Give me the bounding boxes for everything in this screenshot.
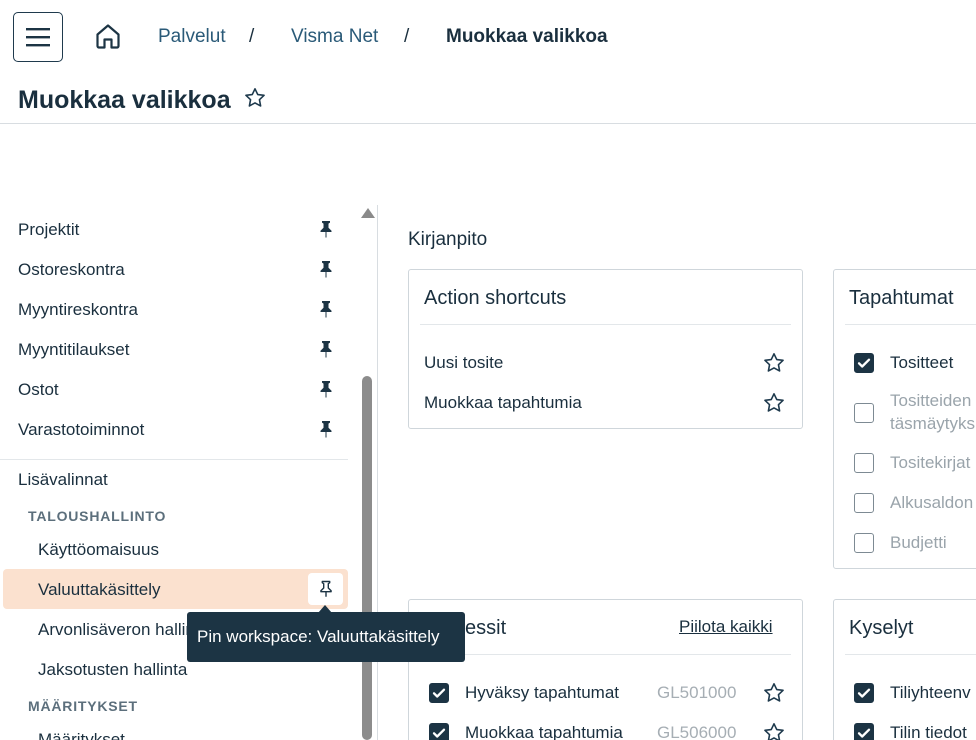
pin-outline-icon [316,579,336,599]
tapahtumat-item-line2: täsmäytyks [890,414,976,433]
process-item: Hyväksy tapahtumat [465,683,620,702]
process-code: GL501000 [657,683,737,702]
inquiry-item: Tiliyhteenv [890,683,971,702]
inquiry-item: Tilin tiedot [890,723,967,740]
sidebar-group-title: Lisävalinnat [18,470,108,489]
card-divider [845,654,976,655]
tapahtumat-item: Tositteiden [890,391,972,410]
star-icon[interactable] [762,721,786,740]
menu-button[interactable] [13,12,63,62]
sidebar-item-ostot[interactable]: Ostot [18,380,59,400]
card-divider [845,324,976,325]
checkbox-empty-icon[interactable] [854,403,874,423]
card-divider [420,654,791,655]
star-icon[interactable] [762,681,786,705]
checkbox-empty-icon[interactable] [854,453,874,473]
breadcrumb-visma-net[interactable]: Visma Net [291,26,378,48]
pin-icon[interactable] [316,299,336,319]
tapahtumat-item: Alkusaldon [890,493,974,512]
scroll-up-icon[interactable] [361,208,375,218]
star-icon[interactable] [243,86,267,110]
header-divider [0,123,976,124]
sidebar-item-myyntireskontra[interactable]: Myyntireskontra [18,300,138,320]
page-title: Muokkaa valikkoa [18,86,231,114]
shortcut-muokkaa-tapahtumia[interactable]: Muokkaa tapahtumia [424,393,582,413]
sidebar-item-varastotoiminnot[interactable]: Varastotoiminnot [18,420,144,440]
sidebar-section-divider [0,459,348,460]
star-icon[interactable] [762,391,786,415]
tapahtumat-item: Tositteet [890,353,954,372]
tapahtumat-item: Tositekirjat [890,453,971,472]
breadcrumb-separator: / [249,26,255,47]
sidebar-item-maaritykset[interactable]: Määritykset [38,730,125,740]
pin-icon[interactable] [316,379,336,399]
pin-workspace-button[interactable] [308,573,343,605]
sidebar-item-kayttoomaisuus[interactable]: Käyttöomaisuus [38,540,159,560]
card-title: Action shortcuts [424,287,567,309]
category-header: MÄÄRITYKSET [28,698,138,714]
sidebar-item-ostoreskontra[interactable]: Ostoreskontra [18,260,125,280]
checkbox-checked-icon[interactable] [429,723,449,740]
pin-icon[interactable] [316,219,336,239]
top-bar: Palvelut / Visma Net / Muokkaa valikkoa [0,0,976,74]
category-header: TALOUSHALLINTO [28,508,167,524]
hide-all-link[interactable]: Piilota kaikki [679,617,773,637]
card-title: Tapahtumat [849,287,954,309]
checkbox-checked-icon[interactable] [854,353,874,373]
checkbox-empty-icon[interactable] [854,493,874,513]
tapahtumat-item: Budjetti [890,533,947,552]
pin-icon[interactable] [316,259,336,279]
card-title: Kyselyt [849,617,914,639]
process-item: Muokkaa tapahtumia [465,723,623,740]
pin-icon[interactable] [316,339,336,359]
card-divider [420,324,791,325]
scrollbar-thumb[interactable] [362,376,372,740]
card-title: essit [465,617,507,639]
pin-tooltip: Pin workspace: Valuuttakäsittely [187,612,465,662]
checkbox-checked-icon[interactable] [429,683,449,703]
sidebar-item-projektit[interactable]: Projektit [18,220,79,240]
checkbox-checked-icon[interactable] [854,683,874,703]
star-icon[interactable] [762,351,786,375]
pin-icon[interactable] [316,419,336,439]
home-button[interactable] [92,20,124,52]
home-icon [96,24,120,49]
breadcrumb-current: Muokkaa valikkoa [446,26,608,47]
menu-icon [26,28,50,47]
shortcut-uusi-tosite[interactable]: Uusi tosite [424,353,503,373]
breadcrumb-separator: / [404,26,410,47]
sidebar-item-arvonlisavero[interactable]: Arvonlisäveron hallinta [38,620,209,640]
checkbox-empty-icon[interactable] [854,533,874,553]
sidebar-item-myyntitilaukset[interactable]: Myyntitilaukset [18,340,129,360]
process-code: GL506000 [657,723,737,740]
section-title: Kirjanpito [408,229,488,250]
sidebar-item-jaksotusten-hallinta[interactable]: Jaksotusten hallinta [38,660,187,680]
breadcrumb-palvelut[interactable]: Palvelut [158,26,226,48]
checkbox-checked-icon[interactable] [854,723,874,740]
sidebar-item-valuuttakasittely[interactable]: Valuuttakäsittely [38,580,161,600]
